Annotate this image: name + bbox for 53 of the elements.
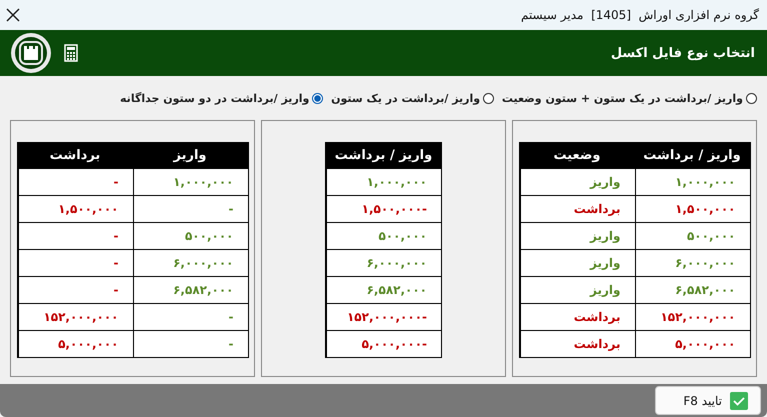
check-icon	[730, 392, 748, 410]
table-cell: برداشت	[520, 330, 634, 357]
table-cell: ۵۰۰,۰۰۰	[326, 222, 441, 249]
column-header: برداشت	[18, 143, 132, 168]
table-cell: -	[132, 195, 248, 222]
table-cell: واریز	[520, 276, 634, 303]
table-cell: ۵,۰۰۰,۰۰۰-	[326, 330, 441, 357]
column-header: وضعیت	[520, 143, 634, 168]
table-cell: -	[18, 276, 132, 303]
close-button[interactable]	[4, 6, 22, 24]
table-cell: ۱,۵۰۰,۰۰۰-	[326, 195, 441, 222]
table-cell: ۵۰۰,۰۰۰	[634, 222, 750, 249]
table-cell: واریز	[520, 249, 634, 276]
table-cell: واریز	[520, 222, 634, 249]
table-cell: واریز	[520, 168, 634, 195]
radio-button[interactable]	[746, 92, 757, 104]
table-cell: -	[18, 222, 132, 249]
close-icon	[6, 8, 20, 22]
column-header: واریز / برداشت	[326, 143, 441, 168]
table-cell: ۶,۵۸۲,۰۰۰	[132, 276, 248, 303]
table-cell: ۶,۵۸۲,۰۰۰	[634, 276, 750, 303]
header-title: انتخاب نوع فایل اکسل	[610, 46, 755, 60]
table-cell: ۵۰۰,۰۰۰	[132, 222, 248, 249]
table-cell: ۶,۰۰۰,۰۰۰	[326, 249, 441, 276]
calculator-icon[interactable]	[64, 44, 78, 62]
radio-button[interactable]	[483, 92, 494, 104]
table-cell: -	[132, 303, 248, 330]
table-cell: ۵,۰۰۰,۰۰۰	[634, 330, 750, 357]
column-header: واریز / برداشت	[634, 143, 750, 168]
table-cell: ۱,۰۰۰,۰۰۰	[132, 168, 248, 195]
table-cell: ۶,۰۰۰,۰۰۰	[634, 249, 750, 276]
table-cell: -	[18, 249, 132, 276]
table-cell: ۱۵۲,۰۰۰,۰۰۰-	[326, 303, 441, 330]
table-cell: برداشت	[520, 303, 634, 330]
table-cell: ۱,۰۰۰,۰۰۰	[634, 168, 750, 195]
table-cell: ۱,۵۰۰,۰۰۰	[18, 195, 132, 222]
table-cell: ۵,۰۰۰,۰۰۰	[18, 330, 132, 357]
table-cell: ۶,۰۰۰,۰۰۰	[132, 249, 248, 276]
table-cell: ۱,۵۰۰,۰۰۰	[634, 195, 750, 222]
radio-option[interactable]: واریز /برداشت در یک ستون	[331, 92, 494, 104]
radio-button[interactable]	[312, 92, 324, 104]
table-cell: -	[132, 330, 248, 357]
column-header: واریز	[132, 143, 248, 168]
window-title: گروه نرم افزاری اوراش [1405] مدیر سیستم	[520, 8, 759, 22]
table-cell: ۱,۰۰۰,۰۰۰	[326, 168, 441, 195]
radio-option[interactable]: واریز /برداشت در دو ستون جداگانه	[120, 92, 324, 104]
table-cell: ۱۵۲,۰۰۰,۰۰۰	[18, 303, 132, 330]
table-cell: -	[18, 168, 132, 195]
confirm-button[interactable]: تایید F8	[655, 386, 761, 415]
table-cell: ۶,۵۸۲,۰۰۰	[326, 276, 441, 303]
radio-option[interactable]: واریز /برداشت در یک ستون + ستون وضعیت	[502, 92, 757, 104]
table-cell: ۱۵۲,۰۰۰,۰۰۰	[634, 303, 750, 330]
table-cell: برداشت	[520, 195, 634, 222]
